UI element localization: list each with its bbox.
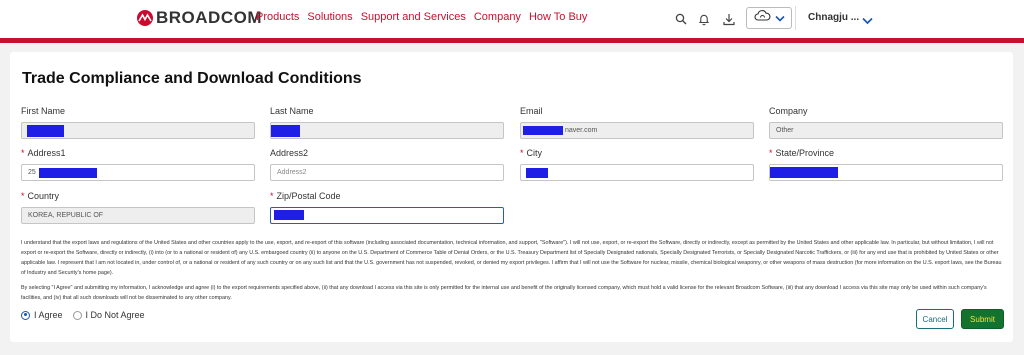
country-input: KOREA, REPUBLIC OF [21,207,255,224]
trade-compliance-card: Trade Compliance and Download Conditions… [10,52,1013,342]
email-label: Email [520,106,543,116]
radio-i-do-not-agree-label: I Do Not Agree [85,310,145,320]
radio-i-agree-label: I Agree [34,310,63,320]
nav-how-to-buy[interactable]: How To Buy [529,11,588,23]
address2-field: Address2 Address2 [270,148,504,181]
agreement-options: I Agree I Do Not Agree [21,310,145,320]
chevron-down-icon [774,9,785,27]
last-name-label: Last Name [270,106,314,116]
address1-input[interactable]: 25 [21,164,255,181]
address1-field: * Address1 25 [21,148,255,181]
redaction-mark [27,125,64,137]
city-label: City [526,148,543,158]
company-field: Company Other [769,106,1003,139]
page-title: Trade Compliance and Download Conditions [22,70,362,87]
city-field: * City [520,148,754,181]
brand-name: BROADCOM [156,8,262,27]
zip-input[interactable] [270,207,504,224]
city-input[interactable] [520,164,754,181]
broadcom-logo-icon [137,10,153,26]
cancel-button[interactable]: Cancel [916,309,954,329]
radio-unselected-icon[interactable] [72,310,82,320]
redaction-mark [274,210,304,220]
redaction-mark [271,125,300,137]
redaction-mark [526,168,548,178]
agreement-text: By selecting "I Agree" and submitting my… [21,285,987,301]
country-label: Country [27,191,60,201]
required-marker: * [21,148,25,158]
cloud-selector-button[interactable] [746,7,792,29]
download-icon[interactable] [719,9,739,29]
address2-label: Address2 [270,148,309,158]
first-name-input [21,122,255,139]
cloud-icon [754,9,771,28]
nav-support-and-services[interactable]: Support and Services [361,11,466,23]
broadcom-logo[interactable]: BROADCOM [137,8,262,28]
last-name-input [270,122,504,139]
required-marker: * [769,148,773,158]
bell-icon[interactable] [694,9,714,29]
email-field: Email naver.com [520,106,754,139]
search-icon[interactable] [671,9,691,29]
redaction-mark [770,167,838,178]
radio-selected-icon[interactable] [21,310,30,320]
company-label: Company [769,106,808,116]
state-input[interactable] [769,164,1003,181]
required-marker: * [270,191,274,201]
state-label: State/Province [775,148,835,158]
zip-label: Zip/Postal Code [276,191,341,201]
radio-i-agree[interactable]: I Agree [21,310,63,320]
first-name-label: First Name [21,106,66,116]
required-marker: * [520,148,524,158]
redaction-mark [523,126,563,135]
company-input: Other [769,122,1003,139]
address2-input[interactable]: Address2 [270,164,504,181]
last-name-field: Last Name [270,106,504,139]
user-name[interactable]: Chnagju ... [808,12,859,23]
nav-products[interactable]: Products [256,11,299,23]
nav-company[interactable]: Company [474,11,521,23]
export-compliance-text: I understand that the export laws and re… [21,240,1002,276]
main-nav: Products Solutions Support and Services … [256,11,587,23]
required-marker: * [21,191,25,201]
user-menu-chevron-icon[interactable] [862,12,873,30]
header-divider [795,6,796,30]
submit-button[interactable]: Submit [961,309,1004,329]
address1-label: Address1 [27,148,66,158]
country-field: * Country KOREA, REPUBLIC OF [21,191,255,224]
radio-i-do-not-agree[interactable]: I Do Not Agree [72,310,145,320]
redaction-mark [39,168,97,178]
email-input: naver.com [520,122,754,139]
nav-solutions[interactable]: Solutions [307,11,352,23]
zip-field: * Zip/Postal Code [270,191,504,224]
first-name-field: First Name [21,106,255,139]
header-accent-bar [0,38,1024,43]
state-field: * State/Province [769,148,1003,181]
